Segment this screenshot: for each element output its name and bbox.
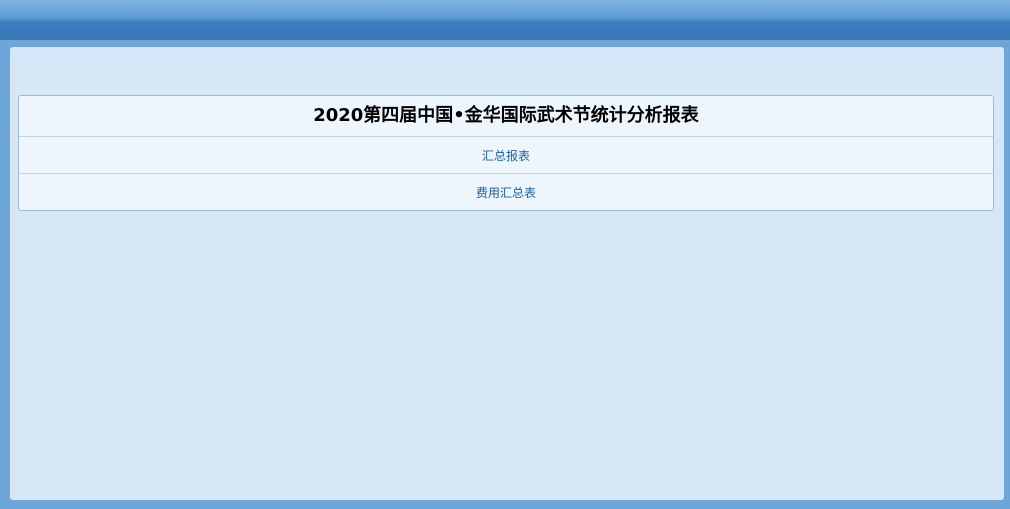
- report-title: 2020第四届中国•金华国际武术节统计分析报表: [19, 96, 993, 137]
- report-row-expense: 费用汇总表: [19, 174, 993, 210]
- top-header-bar: [0, 0, 1010, 41]
- expense-summary-link[interactable]: 费用汇总表: [476, 186, 536, 200]
- report-row-summary: 汇总报表: [19, 137, 993, 174]
- report-table: 2020第四届中国•金华国际武术节统计分析报表 汇总报表 费用汇总表: [18, 95, 994, 211]
- content-panel: 2020第四届中国•金华国际武术节统计分析报表 汇总报表 费用汇总表: [10, 47, 1004, 500]
- summary-report-link[interactable]: 汇总报表: [482, 149, 530, 163]
